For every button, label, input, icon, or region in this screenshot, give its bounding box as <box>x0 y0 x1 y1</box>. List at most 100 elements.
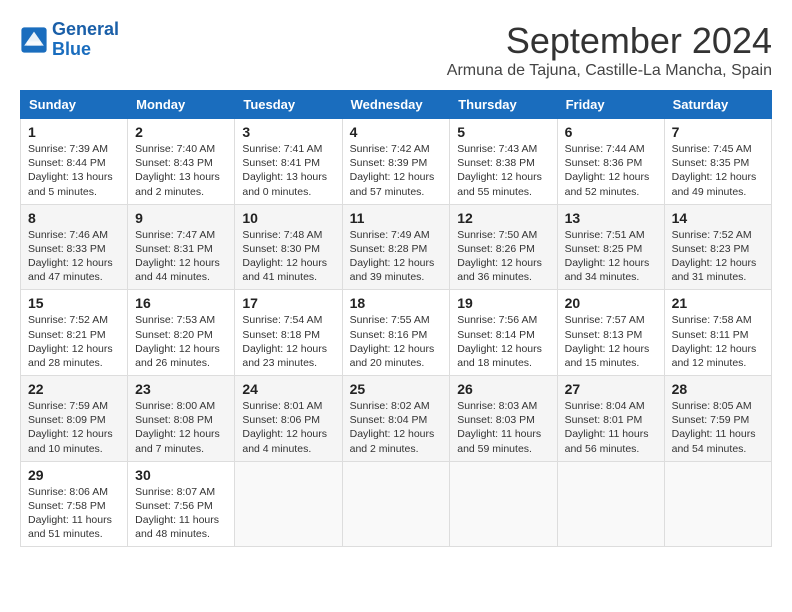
day-number: 17 <box>242 295 334 311</box>
day-number: 16 <box>135 295 227 311</box>
calendar-cell: 8 Sunrise: 7:46 AMSunset: 8:33 PMDaylight… <box>21 204 128 290</box>
day-number: 18 <box>350 295 443 311</box>
day-number: 1 <box>28 124 120 140</box>
header-sunday: Sunday <box>21 91 128 119</box>
calendar-cell: 19Sunrise: 7:56 AMSunset: 8:14 PMDayligh… <box>450 290 557 376</box>
week-row-3: 15 Sunrise: 7:52 AMSunset: 8:21 PMDayligh… <box>21 290 772 376</box>
day-number: 4 <box>350 124 443 140</box>
day-number: 22 <box>28 381 120 397</box>
day-number: 5 <box>457 124 549 140</box>
calendar-cell: 11 Sunrise: 7:49 AMSunset: 8:28 PMDayligh… <box>342 204 450 290</box>
day-info: Sunrise: 8:06 AMSunset: 7:58 PMDaylight:… <box>28 485 120 542</box>
day-info: Sunrise: 7:46 AMSunset: 8:33 PMDaylight:… <box>28 228 120 285</box>
day-info: Sunrise: 7:55 AMSunset: 8:16 PMDaylight:… <box>350 313 443 370</box>
calendar-cell: 13 Sunrise: 7:51 AMSunset: 8:25 PMDayligh… <box>557 204 664 290</box>
day-info: Sunrise: 7:52 AMSunset: 8:21 PMDaylight:… <box>28 313 120 370</box>
day-number: 11 <box>350 210 443 226</box>
day-info: Sunrise: 7:41 AMSunset: 8:41 PMDaylight:… <box>242 142 334 199</box>
calendar-cell: 6 Sunrise: 7:44 AMSunset: 8:36 PMDaylight… <box>557 119 664 205</box>
calendar-cell: 15 Sunrise: 7:52 AMSunset: 8:21 PMDayligh… <box>21 290 128 376</box>
day-info: Sunrise: 7:51 AMSunset: 8:25 PMDaylight:… <box>565 228 657 285</box>
calendar-cell <box>557 461 664 547</box>
day-info: Sunrise: 7:58 AMSunset: 8:11 PMDaylight:… <box>672 313 764 370</box>
calendar-cell: 20 Sunrise: 7:57 AMSunset: 8:13 PMDayligh… <box>557 290 664 376</box>
calendar-cell: 25 Sunrise: 8:02 AMSunset: 8:04 PMDayligh… <box>342 376 450 462</box>
day-number: 3 <box>242 124 334 140</box>
calendar-table: SundayMondayTuesdayWednesdayThursdayFrid… <box>20 90 772 547</box>
day-number: 12 <box>457 210 549 226</box>
logo: General Blue <box>20 20 119 60</box>
calendar-cell: 16 Sunrise: 7:53 AMSunset: 8:20 PMDayligh… <box>128 290 235 376</box>
day-number: 25 <box>350 381 443 397</box>
week-row-2: 8 Sunrise: 7:46 AMSunset: 8:33 PMDaylight… <box>21 204 772 290</box>
header-tuesday: Tuesday <box>235 91 342 119</box>
day-info: Sunrise: 7:42 AMSunset: 8:39 PMDaylight:… <box>350 142 443 199</box>
calendar-cell <box>450 461 557 547</box>
calendar-cell: 27 Sunrise: 8:04 AMSunset: 8:01 PMDayligh… <box>557 376 664 462</box>
calendar-cell: 17Sunrise: 7:54 AMSunset: 8:18 PMDayligh… <box>235 290 342 376</box>
day-number: 13 <box>565 210 657 226</box>
day-info: Sunrise: 7:48 AMSunset: 8:30 PMDaylight:… <box>242 228 334 285</box>
day-number: 10 <box>242 210 334 226</box>
day-info: Sunrise: 7:44 AMSunset: 8:36 PMDaylight:… <box>565 142 657 199</box>
day-number: 7 <box>672 124 764 140</box>
day-info: Sunrise: 8:05 AMSunset: 7:59 PMDaylight:… <box>672 399 764 456</box>
day-number: 27 <box>565 381 657 397</box>
calendar-cell: 12Sunrise: 7:50 AMSunset: 8:26 PMDayligh… <box>450 204 557 290</box>
day-info: Sunrise: 7:39 AMSunset: 8:44 PMDaylight:… <box>28 142 120 199</box>
week-row-4: 22 Sunrise: 7:59 AMSunset: 8:09 PMDayligh… <box>21 376 772 462</box>
day-info: Sunrise: 8:01 AMSunset: 8:06 PMDaylight:… <box>242 399 334 456</box>
day-info: Sunrise: 7:43 AMSunset: 8:38 PMDaylight:… <box>457 142 549 199</box>
calendar-cell: 29Sunrise: 8:06 AMSunset: 7:58 PMDayligh… <box>21 461 128 547</box>
day-info: Sunrise: 8:07 AMSunset: 7:56 PMDaylight:… <box>135 485 227 542</box>
week-row-1: 1 Sunrise: 7:39 AMSunset: 8:44 PMDaylight… <box>21 119 772 205</box>
day-number: 6 <box>565 124 657 140</box>
header-wednesday: Wednesday <box>342 91 450 119</box>
calendar-cell: 18 Sunrise: 7:55 AMSunset: 8:16 PMDayligh… <box>342 290 450 376</box>
calendar-cell: 30 Sunrise: 8:07 AMSunset: 7:56 PMDayligh… <box>128 461 235 547</box>
day-number: 30 <box>135 467 227 483</box>
day-info: Sunrise: 7:57 AMSunset: 8:13 PMDaylight:… <box>565 313 657 370</box>
calendar-cell: 24 Sunrise: 8:01 AMSunset: 8:06 PMDayligh… <box>235 376 342 462</box>
day-number: 19 <box>457 295 549 311</box>
calendar-cell: 7Sunrise: 7:45 AMSunset: 8:35 PMDaylight… <box>664 119 771 205</box>
week-row-5: 29Sunrise: 8:06 AMSunset: 7:58 PMDayligh… <box>21 461 772 547</box>
day-number: 24 <box>242 381 334 397</box>
calendar-cell: 5 Sunrise: 7:43 AMSunset: 8:38 PMDaylight… <box>450 119 557 205</box>
day-info: Sunrise: 8:04 AMSunset: 8:01 PMDaylight:… <box>565 399 657 456</box>
logo-text: General Blue <box>52 20 119 60</box>
day-number: 26 <box>457 381 549 397</box>
location-subtitle: Armuna de Tajuna, Castille-La Mancha, Sp… <box>447 62 772 80</box>
calendar-cell <box>235 461 342 547</box>
day-number: 8 <box>28 210 120 226</box>
page-header: General Blue September 2024 Armuna de Ta… <box>20 20 772 80</box>
calendar-cell <box>664 461 771 547</box>
day-number: 23 <box>135 381 227 397</box>
calendar-header-row: SundayMondayTuesdayWednesdayThursdayFrid… <box>21 91 772 119</box>
day-info: Sunrise: 7:59 AMSunset: 8:09 PMDaylight:… <box>28 399 120 456</box>
calendar-cell: 1 Sunrise: 7:39 AMSunset: 8:44 PMDaylight… <box>21 119 128 205</box>
day-info: Sunrise: 8:02 AMSunset: 8:04 PMDaylight:… <box>350 399 443 456</box>
calendar-cell: 14 Sunrise: 7:52 AMSunset: 8:23 PMDayligh… <box>664 204 771 290</box>
month-title: September 2024 <box>447 20 772 62</box>
day-number: 21 <box>672 295 764 311</box>
day-info: Sunrise: 7:53 AMSunset: 8:20 PMDaylight:… <box>135 313 227 370</box>
day-number: 15 <box>28 295 120 311</box>
day-number: 20 <box>565 295 657 311</box>
header-saturday: Saturday <box>664 91 771 119</box>
calendar-cell: 21 Sunrise: 7:58 AMSunset: 8:11 PMDayligh… <box>664 290 771 376</box>
day-info: Sunrise: 7:52 AMSunset: 8:23 PMDaylight:… <box>672 228 764 285</box>
day-info: Sunrise: 7:40 AMSunset: 8:43 PMDaylight:… <box>135 142 227 199</box>
header-friday: Friday <box>557 91 664 119</box>
day-number: 28 <box>672 381 764 397</box>
day-number: 14 <box>672 210 764 226</box>
calendar-cell: 22 Sunrise: 7:59 AMSunset: 8:09 PMDayligh… <box>21 376 128 462</box>
day-number: 9 <box>135 210 227 226</box>
day-info: Sunrise: 8:03 AMSunset: 8:03 PMDaylight:… <box>457 399 549 456</box>
calendar-cell: 23 Sunrise: 8:00 AMSunset: 8:08 PMDayligh… <box>128 376 235 462</box>
day-info: Sunrise: 8:00 AMSunset: 8:08 PMDaylight:… <box>135 399 227 456</box>
header-thursday: Thursday <box>450 91 557 119</box>
day-info: Sunrise: 7:49 AMSunset: 8:28 PMDaylight:… <box>350 228 443 285</box>
header-monday: Monday <box>128 91 235 119</box>
calendar-cell: 9Sunrise: 7:47 AMSunset: 8:31 PMDaylight… <box>128 204 235 290</box>
